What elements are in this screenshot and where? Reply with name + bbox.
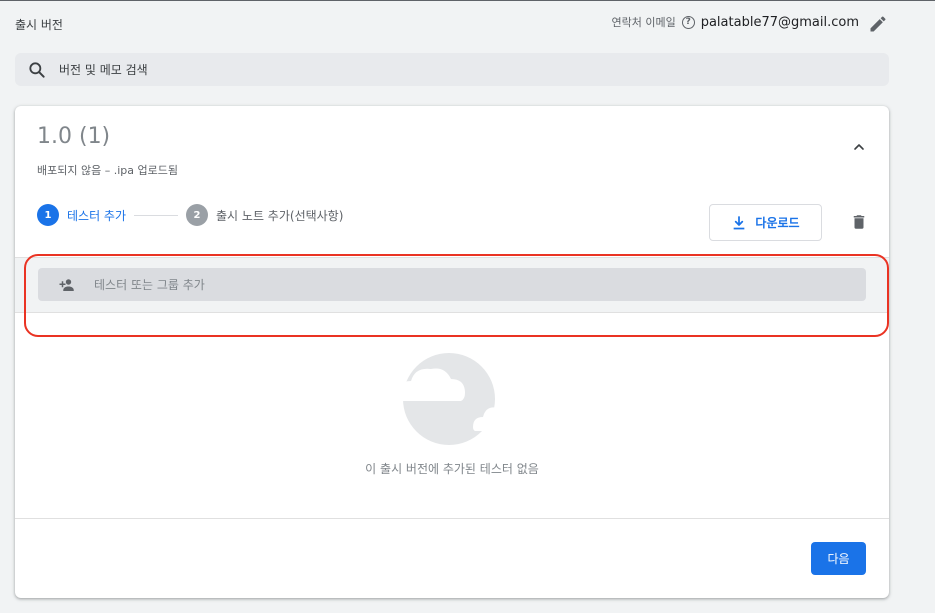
step-1-label[interactable]: 테스터 추가 [67,207,126,224]
search-bar[interactable]: 버전 및 메모 검색 [15,53,889,86]
search-input[interactable]: 버전 및 메모 검색 [59,61,148,78]
app-window: 출시 버전 연락처 이메일 ? palatable77@gmail.com 버전… [0,0,935,613]
help-icon[interactable]: ? [681,15,695,29]
empty-state-message: 이 출시 버전에 추가된 테스터 없음 [365,462,539,476]
chevron-up-icon[interactable] [851,139,867,155]
stepper: 1 테스터 추가 2 출시 노트 추가(선택사항) [37,204,343,226]
step-2-number[interactable]: 2 [186,204,209,226]
contact-email-label: 연락처 이메일 [611,16,676,29]
footer-divider [15,518,889,519]
add-tester-placeholder: 테스터 또는 그룹 추가 [94,278,205,292]
add-tester-input[interactable]: 테스터 또는 그룹 추가 [38,268,866,301]
release-status: 배포되지 않음 – .ipa 업로드됨 [37,164,178,177]
step-1-number[interactable]: 1 [37,204,59,226]
step-2-label[interactable]: 출시 노트 추가(선택사항) [216,207,343,224]
download-button[interactable]: 다운로드 [709,204,822,241]
release-card: 1.0 (1) 배포되지 않음 – .ipa 업로드됨 1 테스터 추가 2 출… [15,106,889,598]
download-icon [734,215,745,229]
download-label: 다운로드 [755,216,800,230]
release-version-title: 1.0 (1) [37,124,111,149]
tester-input-section: 테스터 또는 그룹 추가 [15,257,889,313]
cloud-illustration-icon [397,353,507,445]
contact-email-area: 연락처 이메일 ? palatable77@gmail.com [612,14,860,30]
edit-icon[interactable] [868,14,888,34]
trash-icon[interactable] [850,213,868,231]
contact-email-value: palatable77@gmail.com [700,14,859,30]
search-icon [29,61,45,78]
step-connector [134,214,179,216]
person-add-icon [59,278,74,291]
next-button[interactable]: 다음 [811,542,866,575]
page-title: 출시 버전 [15,18,63,32]
